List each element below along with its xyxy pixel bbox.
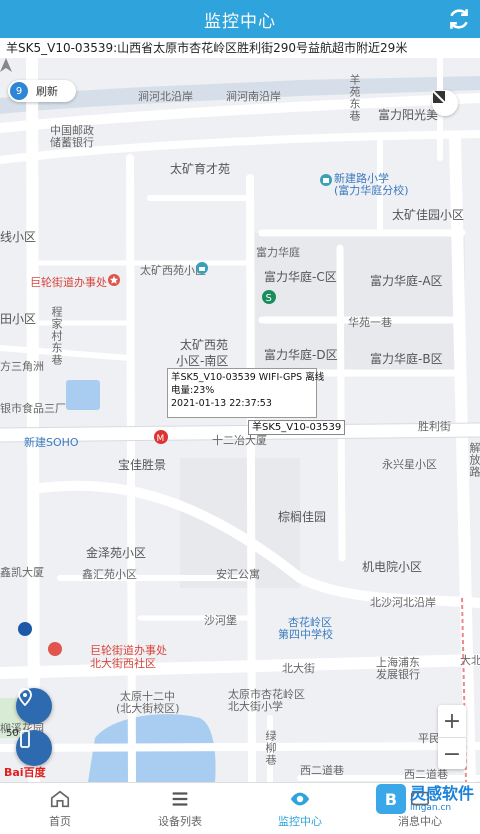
map-label: 绿柳巷 — [264, 730, 277, 766]
tab-label: 首页 — [49, 815, 71, 828]
map-view[interactable]: 涧河北沿岸 涧河南沿岸 羊苑东巷 富力阳光美 中国邮政 储蓄银行 太矿育才苑 新… — [0, 58, 480, 782]
map-scale: 50 — [6, 728, 19, 739]
page-title: 监控中心 — [204, 11, 276, 32]
map-label: 大北 — [460, 654, 480, 667]
map-label: 宝佳胜景 — [118, 458, 167, 472]
map-label: 永兴星小区 — [382, 458, 437, 471]
device-info-popup: 羊SK5_V10-03539 WIFI-GPS 离线 电量:23% 2021-0… — [167, 368, 325, 418]
map-label: 羊苑东巷 — [348, 74, 361, 122]
device-address: 羊SK5_V10-03539:山西省太原市杏花岭区胜利街290号益航超市附近29… — [0, 38, 480, 58]
map-label: 太矿西苑 — [180, 338, 229, 352]
map-label: 北沙河北沿岸 — [370, 596, 436, 609]
layers-icon — [432, 90, 446, 104]
bank-icon: S — [262, 290, 276, 304]
map-label: 太矿佳园小区 — [392, 208, 465, 222]
poi-star-icon — [48, 642, 62, 656]
poi-star-icon — [108, 274, 120, 286]
map-label: 富力华庭-D区 — [264, 348, 338, 362]
map-label: 发展银行 — [376, 668, 420, 681]
map-label: 线小区 — [0, 230, 37, 244]
map-label: 第四中学校 — [278, 628, 333, 641]
map-label: 银市食品三厂 — [0, 402, 66, 415]
map-label: 富力阳光美 — [378, 108, 439, 122]
svg-text:S: S — [266, 293, 272, 304]
map-label: 富力华庭-C区 — [264, 270, 337, 284]
map-label: 小区-南区 — [176, 354, 229, 368]
map-label: 涧河北沿岸 — [138, 90, 193, 103]
device-timestamp: 2021-01-13 22:37:53 — [171, 398, 272, 409]
baidu-logo: Bai百度 — [4, 766, 46, 779]
tab-label: 监控中心 — [278, 815, 322, 828]
map-label: (富力华庭分校) — [334, 184, 409, 197]
watermark-icon: B — [375, 784, 406, 814]
map-layer-button[interactable] — [432, 90, 458, 116]
map-label: 胜利街 — [418, 420, 451, 433]
device-marker-icon[interactable] — [0, 58, 12, 72]
tab-label: 设备列表 — [158, 815, 202, 828]
map-label: 富力华庭 — [256, 246, 300, 259]
watermark-name: 灵感软件 — [409, 784, 474, 803]
device-status: 羊SK5_V10-03539 WIFI-GPS 离线 — [171, 372, 325, 383]
tab-device-list[interactable]: 设备列表 — [120, 783, 240, 834]
zoom-out-button[interactable]: − — [438, 738, 466, 770]
map-label: 北大街小学 — [228, 700, 283, 713]
map-zoom-control: + − — [438, 705, 466, 769]
map-label: 北大街西社区 — [90, 657, 156, 670]
map-label: 富力华庭-B区 — [370, 352, 443, 366]
map-label: (北大街校区) — [116, 702, 180, 715]
eye-icon — [290, 792, 310, 806]
metro-icon: M — [154, 430, 168, 444]
list-icon — [172, 792, 188, 806]
map-label: 沙河堡 — [204, 614, 237, 627]
map-label: 西二道巷 — [300, 764, 344, 777]
device-plate-label[interactable]: 羊SK5_V10-03539 — [248, 420, 346, 435]
locate-device-button[interactable] — [16, 730, 52, 766]
poi-school-icon — [320, 174, 332, 186]
watermark-url: lingan.cn — [409, 803, 452, 813]
map-label: 北大街 — [282, 662, 315, 675]
map-label: 太矿育才苑 — [170, 162, 231, 176]
map-label: 涧河南沿岸 — [226, 90, 281, 103]
map-label: 解放路 — [468, 442, 480, 478]
map-label: 鑫凯大厦 — [0, 566, 44, 579]
refresh-count-badge: 9 — [10, 82, 28, 100]
map-label: 储蓄银行 — [50, 136, 94, 149]
map-label: 安汇公寓 — [216, 568, 260, 581]
bank-icon — [18, 622, 32, 636]
app-header: 监控中心 — [0, 0, 480, 38]
refresh-icon[interactable] — [446, 6, 472, 32]
device-battery: 电量:23% — [171, 385, 215, 396]
map-label: 鑫汇苑小区 — [82, 568, 137, 581]
poi-house-icon — [196, 262, 208, 274]
svg-text:M: M — [157, 434, 165, 444]
map-label: 新建SOHO — [24, 436, 79, 449]
map-label: 棕榈佳园 — [278, 510, 327, 524]
home-icon — [50, 790, 70, 808]
location-pin-icon — [18, 688, 32, 706]
map-label: 机电院小区 — [362, 560, 423, 574]
map-label: 华苑一巷 — [348, 316, 392, 329]
locate-me-button[interactable] — [16, 688, 52, 724]
tab-home[interactable]: 首页 — [0, 783, 120, 834]
zoom-in-button[interactable]: + — [438, 705, 466, 737]
map-refresh-button[interactable]: 9 刷新 — [8, 80, 76, 102]
map-label: 金泽苑小区 — [86, 546, 147, 560]
tab-monitor-center[interactable]: 监控中心 — [240, 783, 360, 834]
map-label: 田小区 — [0, 312, 37, 326]
map-label: 程家村东巷 — [50, 306, 63, 366]
refresh-label: 刷新 — [36, 85, 58, 98]
map-label: 方三角洲 — [0, 360, 44, 373]
map-label: 富力华庭-A区 — [370, 274, 443, 288]
tab-label: 消息中心 — [398, 815, 442, 828]
map-label: 巨轮街道办事处 — [30, 276, 107, 289]
watermark-logo: B 灵感软件 lingan.cn — [375, 784, 474, 814]
